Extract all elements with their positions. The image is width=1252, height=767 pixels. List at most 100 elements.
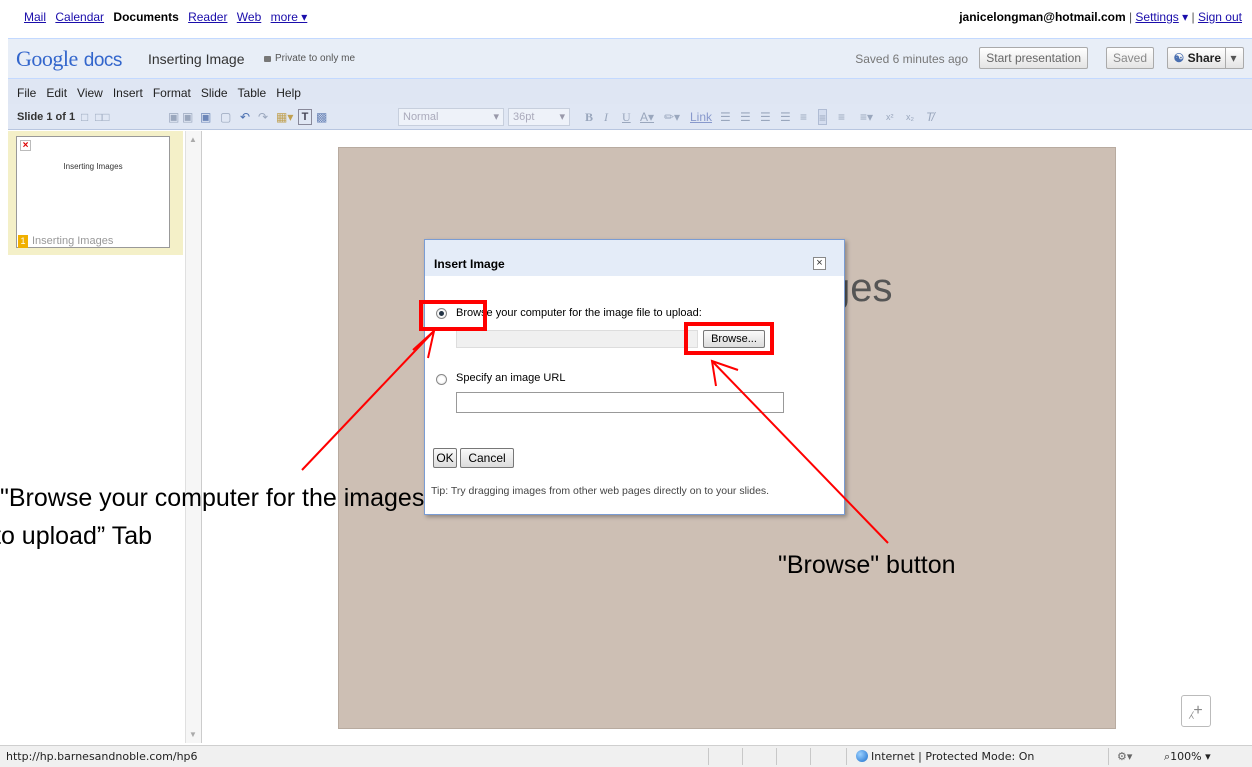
increase-indent-icon[interactable]: ☰: [780, 109, 791, 125]
nav-link-web[interactable]: Web: [237, 10, 261, 24]
share-dropdown-icon[interactable]: ▾: [1225, 48, 1241, 68]
align-right-icon[interactable]: ≡: [838, 109, 845, 125]
share-people-icon: ☯: [1173, 51, 1185, 65]
highlight-color-icon[interactable]: ✏▾: [664, 109, 680, 125]
sign-out-link[interactable]: Sign out: [1198, 10, 1242, 24]
menu-view[interactable]: View: [72, 79, 108, 100]
cancel-button[interactable]: Cancel: [460, 448, 514, 468]
scroll-up-icon[interactable]: ▲: [189, 135, 197, 144]
nav-link-more[interactable]: more ▾: [271, 10, 308, 24]
nav-link-documents[interactable]: Documents: [113, 10, 178, 24]
google-logo-text: Google: [16, 46, 78, 71]
dialog-title: Insert Image: [434, 257, 505, 271]
next-slide-icon[interactable]: □□: [95, 109, 110, 125]
annotation-label-browse-tab-line2: to upload” Tab: [0, 522, 152, 550]
nav-link-calendar[interactable]: Calendar: [55, 10, 104, 24]
add-comment-icon[interactable]: ⁁+: [1181, 695, 1211, 727]
status-divider: [776, 748, 777, 765]
share-button[interactable]: ☯ Share ▾: [1166, 47, 1244, 69]
browse-option-label[interactable]: Browse your computer for the image file …: [456, 307, 702, 319]
link-button[interactable]: Link: [690, 109, 712, 125]
account-area: janicelongman@hotmail.com | Settings ▾ |…: [959, 10, 1242, 24]
thumbnail-scrollbar[interactable]: ▲ ▼: [185, 131, 201, 743]
google-docs-logo[interactable]: Google docs: [16, 46, 122, 72]
menu-format[interactable]: Format: [148, 79, 196, 100]
underline-icon[interactable]: U: [622, 109, 631, 125]
insert-image-icon[interactable]: ▩: [316, 109, 327, 125]
insert-image-dialog: Insert Image × Browse your computer for …: [424, 239, 845, 515]
superscript-icon[interactable]: x²: [886, 109, 894, 125]
subscript-icon[interactable]: x₂: [906, 109, 914, 125]
nav-link-mail[interactable]: Mail: [24, 10, 46, 24]
menu-bar: File Edit View Insert Format Slide Table Help: [8, 78, 1252, 104]
scroll-down-icon[interactable]: ▼: [189, 730, 197, 739]
annotation-highlight-browse-button: [684, 322, 774, 355]
status-url: http://hp.barnesandnoble.com/hp6: [6, 750, 198, 763]
redo-icon[interactable]: ↷: [258, 109, 268, 125]
url-option-radio[interactable]: [436, 374, 447, 385]
annotation-label-browse-button: "Browse" button: [778, 551, 956, 579]
slide-thumbnail[interactable]: × Inserting Images: [16, 136, 170, 248]
menu-insert[interactable]: Insert: [108, 79, 148, 100]
menu-slide[interactable]: Slide: [196, 79, 233, 100]
saved-button[interactable]: Saved: [1105, 47, 1154, 69]
text-color-icon[interactable]: A▾: [640, 109, 654, 125]
product-links: Mail Calendar Documents Reader Web more …: [24, 10, 313, 24]
size-select-value: 36pt: [513, 111, 535, 123]
align-center-icon[interactable]: ≡: [818, 109, 828, 125]
start-presentation-button[interactable]: Start presentation: [979, 47, 1088, 69]
privacy-status[interactable]: Private to only me: [264, 53, 355, 64]
dialog-tip: Tip: Try dragging images from other web …: [431, 485, 770, 497]
undo-icon[interactable]: ↶: [240, 109, 250, 125]
slide-count: Slide 1 of 1: [17, 111, 76, 123]
annotation-label-browse-tab-line1: "Browse your computer for the images: [0, 484, 425, 512]
security-zone[interactable]: Internet | Protected Mode: On: [856, 750, 1034, 763]
file-path-field[interactable]: [456, 330, 698, 348]
menu-edit[interactable]: Edit: [41, 79, 72, 100]
thumbnail-title: Inserting Images: [63, 162, 123, 171]
bold-icon[interactable]: B: [585, 109, 593, 125]
zoom-dropdown-icon: ▾: [1205, 750, 1211, 763]
prev-slide-icon[interactable]: □: [81, 109, 88, 125]
save-icon[interactable]: ▣: [200, 109, 211, 125]
status-divider: [846, 748, 847, 765]
globe-icon: [856, 750, 868, 762]
menu-file[interactable]: File: [8, 79, 41, 100]
ok-button[interactable]: OK: [433, 448, 457, 468]
slide-number-badge: 1: [18, 235, 28, 248]
status-divider: [742, 748, 743, 765]
formatting-toolbar: Slide 1 of 1 □ □□ ▣ ▣ ▣ ▢ ↶ ↷ ▦▾ T ▩ Nor…: [8, 104, 1252, 130]
menu-help[interactable]: Help: [271, 79, 306, 100]
status-divider: [1108, 748, 1109, 765]
add-slide-icon[interactable]: ▣: [168, 109, 179, 125]
protected-mode-icon[interactable]: ⚙▾: [1117, 750, 1132, 763]
text-box-icon[interactable]: T: [298, 109, 312, 125]
font-size-select[interactable]: 36pt ▾: [508, 108, 570, 126]
bulleted-list-icon[interactable]: ☰: [740, 109, 751, 125]
decrease-indent-icon[interactable]: ☰: [760, 109, 771, 125]
italic-icon[interactable]: I: [604, 109, 608, 125]
privacy-label: Private to only me: [275, 53, 356, 64]
docs-logo-text: docs: [83, 50, 123, 71]
numbered-list-icon[interactable]: ☰: [720, 109, 731, 125]
theme-icon[interactable]: ▦▾: [276, 109, 293, 125]
settings-link[interactable]: Settings: [1135, 10, 1178, 24]
size-dropdown-icon: ▾: [559, 111, 565, 123]
selected-slide-highlight[interactable]: × Inserting Images 1 Inserting Images: [8, 131, 183, 255]
close-icon[interactable]: ×: [813, 257, 826, 270]
paragraph-style-select[interactable]: Normal ▾: [398, 108, 504, 126]
slide-label: Inserting Images: [32, 235, 114, 247]
image-url-input[interactable]: [456, 392, 784, 413]
duplicate-slide-icon[interactable]: ▣: [182, 109, 193, 125]
print-icon[interactable]: ▢: [220, 109, 231, 125]
url-option-label[interactable]: Specify an image URL: [456, 372, 565, 384]
settings-caret-icon[interactable]: ▾: [1182, 10, 1188, 24]
nav-link-reader[interactable]: Reader: [188, 10, 227, 24]
align-left-icon[interactable]: ≡: [800, 109, 807, 125]
line-spacing-icon[interactable]: ≡▾: [860, 109, 873, 125]
clear-formatting-icon[interactable]: T̸: [926, 109, 933, 125]
document-title[interactable]: Inserting Image: [148, 51, 245, 67]
style-dropdown-icon: ▾: [493, 111, 499, 123]
menu-table[interactable]: Table: [233, 79, 272, 100]
zoom-control[interactable]: ⌕100% ▾: [1164, 750, 1211, 764]
